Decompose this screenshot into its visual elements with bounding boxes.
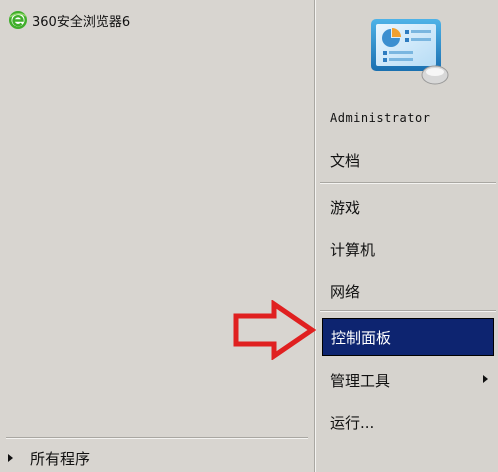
all-programs-label: 所有程序 xyxy=(30,449,91,468)
menu-item-label: 运行... xyxy=(330,413,375,432)
all-programs-button[interactable]: 所有程序 xyxy=(8,446,298,470)
browser-e-icon xyxy=(9,11,27,29)
control-panel-user-icon[interactable] xyxy=(369,15,451,87)
menu-separator xyxy=(320,182,496,184)
menu-item-label: 计算机 xyxy=(330,240,376,259)
menu-separator xyxy=(320,310,496,312)
menu-item-run[interactable]: 运行... xyxy=(322,405,494,439)
pinned-item-360-browser[interactable]: 360安全浏览器6 xyxy=(8,9,130,31)
menu-item-label: 游戏 xyxy=(330,198,361,217)
menu-item-label: 控制面板 xyxy=(331,328,392,347)
menu-item-documents[interactable]: 文档 xyxy=(322,143,494,177)
annotation-arrow-icon xyxy=(233,300,316,360)
submenu-arrow-icon xyxy=(483,375,488,383)
menu-item-label: 网络 xyxy=(330,282,361,301)
menu-item-admin-tools[interactable]: 管理工具 xyxy=(322,363,494,397)
all-programs-separator xyxy=(6,437,308,439)
pinned-item-label: 360安全浏览器6 xyxy=(32,14,131,30)
menu-item-label: 文档 xyxy=(330,151,361,170)
menu-item-username[interactable]: Administrator xyxy=(322,101,494,135)
username-label: Administrator xyxy=(330,111,431,125)
start-menu-left-pane: 360安全浏览器6 所有程序 xyxy=(0,0,314,472)
menu-item-control-panel[interactable]: 控制面板 xyxy=(322,318,494,356)
menu-item-games[interactable]: 游戏 xyxy=(322,190,494,224)
menu-item-network[interactable]: 网络 xyxy=(322,274,494,308)
triangle-right-icon xyxy=(8,454,13,462)
menu-item-computer[interactable]: 计算机 xyxy=(322,232,494,266)
menu-item-label: 管理工具 xyxy=(330,371,391,390)
